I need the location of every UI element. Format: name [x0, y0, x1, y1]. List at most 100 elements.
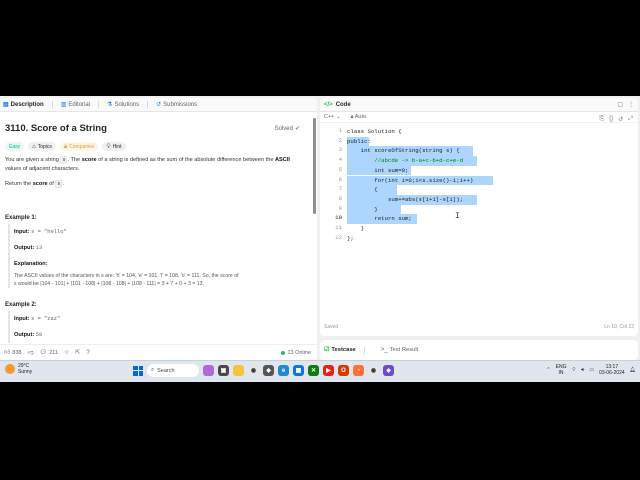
tab-testcase[interactable]: ☑ Testcase — [324, 347, 356, 353]
weather-text: 29°C Sunny — [18, 363, 32, 375]
windows-start-icon[interactable] — [133, 365, 143, 376]
expand-icon[interactable]: ⤢ — [628, 116, 633, 123]
share-button[interactable]: ⇱ — [75, 350, 80, 356]
example-1-output: Output: 13 — [14, 240, 304, 256]
code-line: for(int i=0;i<s.size()-1;i++) — [347, 176, 474, 184]
line-number: 12 — [335, 233, 342, 241]
code-editor[interactable]: 1 2 3 4 5 6 7 8 9 10 11 12 class Solutio… — [320, 127, 638, 319]
example-1-explanation: The ASCII values of the characters in s … — [14, 272, 304, 288]
checkbox-icon: ☑ — [324, 347, 330, 353]
problem-content: 3110. Score of a String Solved ✔ Easy ⌂ … — [0, 112, 312, 344]
clock[interactable]: 13:17 03-06-2024 — [599, 364, 625, 376]
youtube-icon[interactable]: ▶ — [323, 365, 334, 376]
task-view-icon[interactable]: ▣ — [218, 365, 229, 376]
problem-scrollbar[interactable] — [313, 118, 316, 214]
code-line: }; — [347, 234, 354, 242]
tab-submissions-label: Submissions — [163, 101, 198, 108]
battery-icon[interactable]: ▭ — [589, 367, 594, 373]
line-number: 11 — [335, 224, 342, 231]
problem-chips: Easy ⌂ Topics 🔒︎ Companies 💡︎ Hint — [5, 142, 126, 151]
tab-solutions-label: Solutions — [114, 101, 140, 108]
code-line: } — [347, 205, 378, 213]
tab-solutions[interactable]: ⚗ Solutions — [107, 102, 139, 108]
problem-tabbar: ▤ Description ▥ Editorial ⚗ Solutions ↺ … — [0, 98, 317, 112]
speaker-icon[interactable]: 🔊︎ — [581, 367, 584, 373]
desc-text: values of adjacent characters. — [5, 165, 80, 172]
line-number: 7 — [338, 185, 342, 193]
online-indicator: 13 Online — [281, 350, 311, 356]
editor-status: Saved Ln 10, Col 22 — [320, 324, 638, 334]
notification-bell-icon[interactable]: 🔔︎ — [630, 367, 636, 373]
help-button[interactable]: ? — [86, 350, 89, 356]
braces-icon[interactable]: {} — [609, 116, 613, 123]
solved-status: Solved ✔ — [274, 125, 300, 133]
search-label: Search — [157, 367, 175, 374]
line-number: 6 — [338, 175, 342, 183]
chrome-icon[interactable]: ◉ — [368, 365, 379, 376]
weather-widget[interactable]: 29°C Sunny — [5, 363, 32, 375]
bookmark-icon[interactable]: ⎘ — [599, 116, 604, 123]
store-icon[interactable]: ▦ — [293, 365, 304, 376]
explanation-line-1: The ASCII values of the characters in s … — [14, 273, 239, 279]
text-cursor-icon: I — [455, 212, 460, 221]
line-number: 8 — [338, 194, 342, 202]
firefox-icon[interactable]: ◔ — [353, 365, 364, 376]
app-icon[interactable]: ◈ — [383, 365, 394, 376]
tab-editorial[interactable]: ▥ Editorial — [61, 102, 90, 108]
example-2-title: Example 2: — [5, 302, 37, 308]
desc-bold: score — [81, 157, 97, 163]
tab-test-result[interactable]: >_ Test Result — [381, 347, 419, 353]
favorite-button[interactable]: ☆ — [64, 350, 69, 356]
desc-text: . The — [67, 157, 82, 163]
history-icon: ↺ — [156, 101, 162, 108]
maximize-icon[interactable]: ▢ — [617, 101, 623, 108]
line-number: 5 — [338, 165, 342, 173]
topics-chip[interactable]: ⌂ Topics — [28, 142, 56, 151]
explanation-label: Explanation: — [14, 261, 48, 267]
chevron-up-icon[interactable]: ⌃ — [546, 367, 550, 373]
hint-chip[interactable]: 💡︎ Hint — [102, 142, 126, 151]
xbox-icon[interactable]: ✕ — [308, 365, 319, 376]
file-explorer-icon[interactable] — [233, 365, 244, 376]
sun-icon — [5, 364, 15, 374]
mode-label: Auto — [354, 113, 367, 120]
tab-submissions[interactable]: ↺ Submissions — [156, 102, 197, 108]
tab-divider — [147, 101, 149, 108]
reset-icon[interactable]: ↺ — [618, 116, 623, 123]
companies-chip[interactable]: 🔒︎ Companies — [59, 142, 99, 151]
input-label: Input: — [14, 316, 30, 322]
dislike-button[interactable]: 👎︎ — [27, 350, 33, 356]
desc-text: You are given a string — [5, 157, 61, 163]
weather-condition: Sunny — [18, 369, 33, 375]
office-icon[interactable]: O — [338, 365, 349, 376]
terminal-icon: >_ — [380, 347, 388, 353]
explanation-line-2: s would be |104 - 101| + |101 - 108| + |… — [14, 281, 204, 287]
output-value: 13 — [35, 245, 43, 251]
lock-icon: 🔒︎ — [63, 143, 68, 150]
solved-label: Solved — [274, 125, 293, 132]
wifi-icon[interactable]: ⌔ — [571, 367, 576, 373]
taskbar-search[interactable]: ⌕ Search — [147, 364, 199, 377]
companies-label: Companies — [69, 143, 95, 150]
more-vertical-icon[interactable]: ⋮ — [628, 101, 634, 108]
problem-footer: 👍︎ 838 👎︎ 💬︎ 211 ☆ ⇱ ? 13 Online — [0, 344, 317, 360]
auto-mode[interactable]: 🔒︎ Auto — [351, 114, 367, 121]
desc-text: of a string is defined as the sum of the… — [96, 157, 276, 163]
tab-divider — [363, 346, 365, 354]
tab-description[interactable]: ▤ Description — [3, 102, 44, 108]
language-select[interactable]: C++ ⌄ — [324, 114, 341, 120]
input-value: s = "hello" — [31, 229, 67, 235]
copilot-icon[interactable] — [203, 365, 214, 376]
tab-divider — [98, 101, 100, 108]
comments-button[interactable]: 💬︎ 211 — [40, 350, 58, 356]
edge-icon[interactable]: e — [278, 365, 289, 376]
language-indicator[interactable]: ENG IN — [556, 364, 567, 376]
like-button[interactable]: 👍︎ 838 — [4, 350, 21, 356]
tag-icon: ⌂ — [32, 143, 36, 150]
app-icon[interactable]: ◆ — [263, 365, 274, 376]
taskbar: 29°C Sunny ⌕ Search ▣ ◉ ◆ e ▦ ✕ ▶ O ◔ ◉ … — [0, 360, 640, 382]
tab-editorial-label: Editorial — [68, 101, 91, 108]
line-number: 4 — [338, 156, 342, 164]
editor-tools: ⎘ {} ↺ ⤢ — [599, 116, 633, 123]
chrome-icon[interactable]: ◉ — [248, 365, 259, 376]
